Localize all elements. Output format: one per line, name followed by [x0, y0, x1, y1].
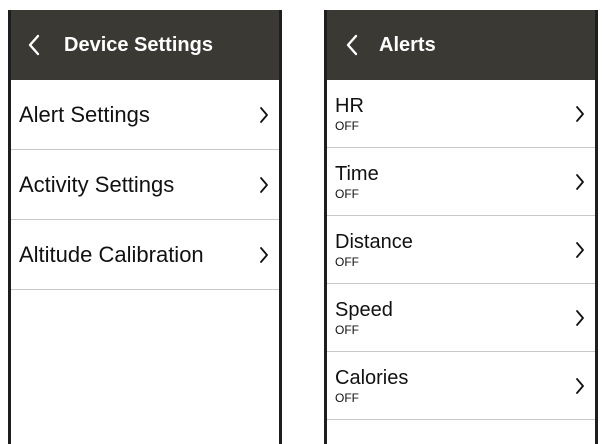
status-value: OFF [335, 390, 359, 405]
chevron-right-icon [573, 376, 587, 396]
list-item-speed[interactable]: Speed OFF [327, 284, 595, 352]
list-item-label: Activity Settings [19, 171, 175, 197]
chevron-right-icon [573, 172, 587, 192]
list-item-label: Calories [335, 366, 409, 389]
list-item-alert-settings[interactable]: Alert Settings [11, 80, 279, 150]
list-item-label: HR [335, 94, 364, 117]
device-settings-header: Device Settings [11, 10, 279, 80]
list-item-distance[interactable]: Distance OFF [327, 216, 595, 284]
list-item-label: Altitude Calibration [19, 241, 204, 267]
chevron-left-icon [346, 34, 358, 56]
device-settings-screen: Device Settings Alert Settings Activity … [8, 10, 282, 444]
status-value: OFF [335, 254, 359, 269]
back-button[interactable] [14, 10, 54, 80]
list-item-hr[interactable]: HR OFF [327, 80, 595, 148]
status-value: OFF [335, 118, 359, 133]
settings-list: Alert Settings Activity Settings Altitud… [11, 80, 279, 290]
list-item-label: Speed [335, 298, 393, 321]
list-item-activity-settings[interactable]: Activity Settings [11, 150, 279, 220]
chevron-right-icon [573, 308, 587, 328]
list-item-label: Time [335, 162, 379, 185]
status-value: OFF [335, 322, 359, 337]
alerts-header: Alerts [327, 10, 595, 80]
chevron-right-icon [257, 245, 271, 265]
page-title: Device Settings [64, 33, 213, 56]
chevron-left-icon [28, 34, 40, 56]
list-item-altitude-calibration[interactable]: Altitude Calibration [11, 220, 279, 290]
alerts-list: HR OFF Time OFF Distance OFF Speed OFF C… [327, 80, 595, 420]
alerts-screen: Alerts HR OFF Time OFF Distance OFF Spee… [324, 10, 598, 444]
list-item-label: Alert Settings [19, 101, 150, 127]
chevron-right-icon [257, 175, 271, 195]
status-value: OFF [335, 186, 359, 201]
back-button[interactable] [332, 10, 372, 80]
list-item-time[interactable]: Time OFF [327, 148, 595, 216]
list-item-calories[interactable]: Calories OFF [327, 352, 595, 420]
list-item-label: Distance [335, 230, 413, 253]
chevron-right-icon [573, 240, 587, 260]
chevron-right-icon [573, 104, 587, 124]
chevron-right-icon [257, 105, 271, 125]
page-title: Alerts [379, 33, 436, 56]
